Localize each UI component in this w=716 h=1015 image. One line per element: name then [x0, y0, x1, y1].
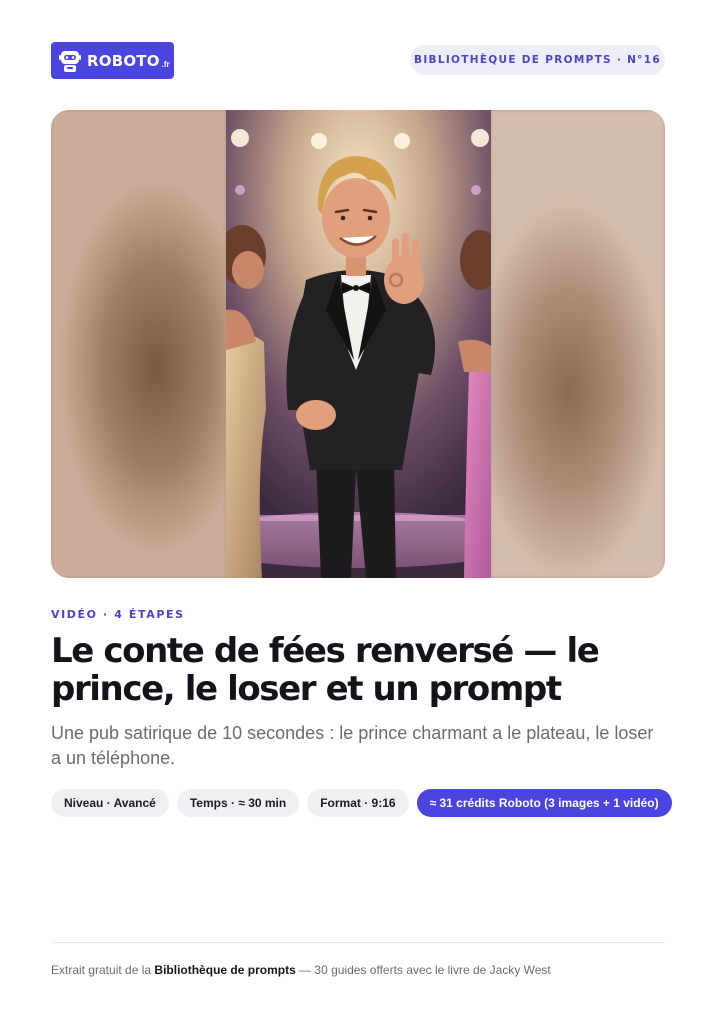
- hero-image: [51, 110, 665, 578]
- series-badge: BIBLIOTHÈQUE DE PROMPTS · N°16: [410, 45, 665, 75]
- footer-text: Extrait gratuit de la Bibliothèque de pr…: [51, 963, 551, 977]
- hero-illustration: [226, 110, 491, 578]
- robot-icon: [58, 49, 82, 73]
- tag-list: Niveau · Avancé Temps · ≈ 30 min Format …: [51, 789, 672, 817]
- time-tag: Temps · ≈ 30 min: [176, 789, 300, 817]
- roboto-logo[interactable]: ROBOTO .fr: [51, 42, 174, 79]
- page-subtitle: Une pub satirique de 10 secondes : le pr…: [51, 723, 654, 768]
- level-tag: Niveau · Avancé: [51, 789, 169, 817]
- logo-tld: .fr: [161, 59, 170, 69]
- credits-tag: ≈ 31 crédits Roboto (3 images + 1 vidéo): [416, 789, 672, 817]
- hero-blur-left: [51, 110, 226, 578]
- footer-prefix: Extrait gratuit de la: [51, 963, 152, 977]
- footer-suffix: — 30 guides offerts avec le livre de Jac…: [299, 963, 551, 977]
- article-kicker: VIDÉO · 4 ÉTAPES: [51, 608, 185, 621]
- logo-text: ROBOTO: [87, 51, 160, 70]
- page-title: Le conte de fées renversé — le prince, l…: [51, 631, 600, 709]
- format-tag: Format · 9:16: [307, 789, 409, 817]
- hero-blur-right: [490, 110, 665, 578]
- footer-divider: [51, 942, 665, 943]
- footer-library-link[interactable]: Bibliothèque de prompts: [154, 963, 295, 977]
